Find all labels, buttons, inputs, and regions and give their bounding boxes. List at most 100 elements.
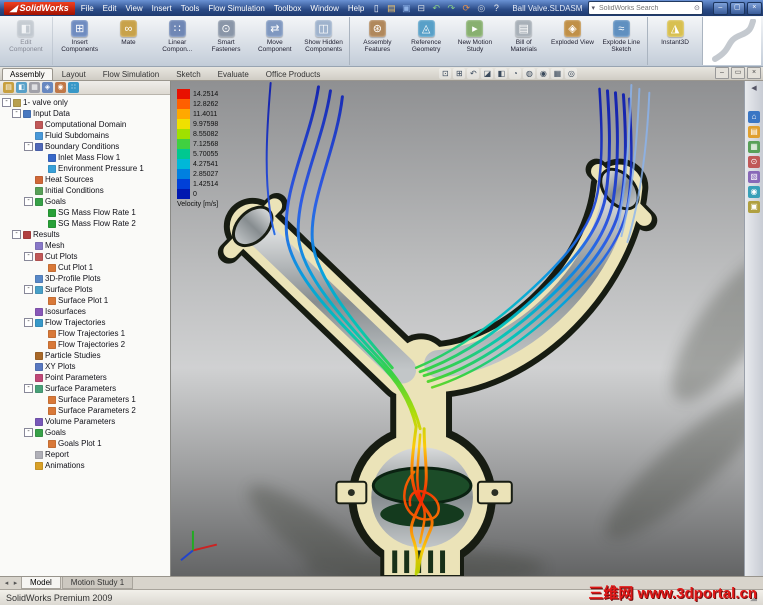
search-results-icon[interactable]: ⊙ bbox=[748, 156, 760, 168]
tree-expander-icon[interactable]: - bbox=[12, 109, 21, 118]
display-style-icon[interactable]: ◔ bbox=[509, 68, 522, 79]
minimize-document-icon[interactable]: – bbox=[715, 67, 729, 79]
tree-item[interactable]: SG Mass Flow Rate 2 bbox=[0, 218, 170, 229]
menu-view[interactable]: View bbox=[125, 4, 142, 13]
tree-item[interactable]: Environment Pressure 1 bbox=[0, 163, 170, 174]
edit-component-button[interactable]: ◧ Edit Component bbox=[2, 17, 53, 65]
propertymanager-icon[interactable]: ◧ bbox=[16, 82, 27, 93]
dimxpertmanager-icon[interactable]: ◈ bbox=[42, 82, 53, 93]
exploded-view-button[interactable]: ◈ Exploded View bbox=[549, 17, 597, 65]
tree-expander-icon[interactable]: - bbox=[24, 285, 33, 294]
tree-expander-icon[interactable]: - bbox=[24, 252, 33, 261]
tree-expander-icon[interactable]: - bbox=[24, 428, 33, 437]
file-explorer-icon[interactable]: ▦ bbox=[748, 141, 760, 153]
tree-item[interactable]: Fluid Subdomains bbox=[0, 130, 170, 141]
view-settings-icon[interactable]: ◎ bbox=[565, 68, 578, 79]
mate-button[interactable]: ∞ Mate bbox=[105, 17, 153, 65]
hide-show-items-icon[interactable]: ◍ bbox=[523, 68, 536, 79]
tab-model[interactable]: Model bbox=[21, 577, 61, 589]
menu-edit[interactable]: Edit bbox=[103, 4, 117, 13]
menu-insert[interactable]: Insert bbox=[152, 4, 172, 13]
help-icon[interactable]: ? bbox=[490, 2, 502, 14]
undo-icon[interactable]: ↶ bbox=[430, 2, 442, 14]
tree-item[interactable]: XY Plots bbox=[0, 361, 170, 372]
tree-item[interactable]: Animations bbox=[0, 460, 170, 471]
tree-item[interactable]: - Boundary Conditions bbox=[0, 141, 170, 152]
zoom-to-fit-icon[interactable]: ⊡ bbox=[439, 68, 452, 79]
tree-item[interactable]: Report bbox=[0, 449, 170, 460]
tree-item[interactable]: Cut Plot 1 bbox=[0, 262, 170, 273]
tree-item[interactable]: Flow Trajectories 1 bbox=[0, 328, 170, 339]
custom-properties-icon[interactable]: ▣ bbox=[748, 201, 760, 213]
view-orientation-icon[interactable]: ◧ bbox=[495, 68, 508, 79]
open-document-icon[interactable]: ▤ bbox=[385, 2, 397, 14]
tree-expander-icon[interactable]: - bbox=[24, 142, 33, 151]
maximize-window-icon[interactable]: ▢ bbox=[729, 1, 745, 15]
tree-item[interactable]: Goals Plot 1 bbox=[0, 438, 170, 449]
new-motion-study-button[interactable]: ▸ New Motion Study bbox=[451, 17, 499, 65]
tab-flow-simulation[interactable]: Flow Simulation bbox=[95, 68, 167, 80]
explode-line-sketch-button[interactable]: ≈ Explode Line Sketch bbox=[597, 17, 649, 65]
tree-item[interactable]: - Goals bbox=[0, 427, 170, 438]
design-library-icon[interactable]: ▤ bbox=[748, 126, 760, 138]
redo-icon[interactable]: ↷ bbox=[445, 2, 457, 14]
new-document-icon[interactable]: ▯ bbox=[370, 2, 382, 14]
tab-evaluate[interactable]: Evaluate bbox=[210, 68, 257, 80]
flow-simulation-tree-icon[interactable]: ∷ bbox=[68, 82, 79, 93]
move-component-button[interactable]: ⇄ Move Component bbox=[251, 17, 299, 65]
tree-expander-icon[interactable]: - bbox=[12, 230, 21, 239]
tree-item[interactable]: Flow Trajectories 2 bbox=[0, 339, 170, 350]
linear-component-pattern-button[interactable]: ∷ Linear Compon... bbox=[153, 17, 201, 65]
tree-item[interactable]: 3D-Profile Plots bbox=[0, 273, 170, 284]
tree-expander-icon[interactable]: - bbox=[24, 318, 33, 327]
tree-item[interactable]: Inlet Mass Flow 1 bbox=[0, 152, 170, 163]
tree-item[interactable]: - 1- valve only bbox=[0, 97, 170, 108]
smart-fasteners-button[interactable]: ⊙ Smart Fasteners bbox=[202, 17, 250, 65]
tree-expander-icon[interactable]: - bbox=[2, 98, 11, 107]
tree-item[interactable]: - Goals bbox=[0, 196, 170, 207]
tree-item[interactable]: Surface Plot 1 bbox=[0, 295, 170, 306]
tree-item[interactable]: Isosurfaces bbox=[0, 306, 170, 317]
configurationmanager-icon[interactable]: ▦ bbox=[29, 82, 40, 93]
chevron-down-icon[interactable]: ▾ bbox=[591, 4, 595, 12]
view-palette-icon[interactable]: ▧ bbox=[748, 171, 760, 183]
tree-item[interactable]: Mesh bbox=[0, 240, 170, 251]
edit-appearance-icon[interactable]: ◉ bbox=[537, 68, 550, 79]
menu-help[interactable]: Help bbox=[348, 4, 364, 13]
tab-layout[interactable]: Layout bbox=[54, 68, 94, 80]
save-icon[interactable]: ▣ bbox=[400, 2, 412, 14]
previous-view-icon[interactable]: ↶ bbox=[467, 68, 480, 79]
search-input[interactable] bbox=[596, 3, 692, 13]
tree-item[interactable]: Particle Studies bbox=[0, 350, 170, 361]
tree-item[interactable]: Surface Parameters 2 bbox=[0, 405, 170, 416]
tree-item[interactable]: - Results bbox=[0, 229, 170, 240]
menu-window[interactable]: Window bbox=[310, 4, 338, 13]
rebuild-icon[interactable]: ⟳ bbox=[460, 2, 472, 14]
tree-item[interactable]: Computational Domain bbox=[0, 119, 170, 130]
restore-document-icon[interactable]: ▭ bbox=[731, 67, 745, 79]
options-icon[interactable]: ◎ bbox=[475, 2, 487, 14]
featuremanager-tree-icon[interactable]: ▤ bbox=[3, 82, 14, 93]
apply-scene-icon[interactable]: ▦ bbox=[551, 68, 564, 79]
bill-of-materials-button[interactable]: ▤ Bill of Materials bbox=[500, 17, 548, 65]
tree-item[interactable]: Heat Sources bbox=[0, 174, 170, 185]
3d-viewport-scene[interactable] bbox=[171, 81, 744, 576]
menu-toolbox[interactable]: Toolbox bbox=[274, 4, 302, 13]
tab-motion-study-1[interactable]: Motion Study 1 bbox=[61, 577, 134, 589]
tab-office-products[interactable]: Office Products bbox=[258, 68, 329, 80]
menu-tools[interactable]: Tools bbox=[181, 4, 200, 13]
tab-sketch[interactable]: Sketch bbox=[168, 68, 208, 80]
menu-flow-simulation[interactable]: Flow Simulation bbox=[208, 4, 264, 13]
assembly-features-button[interactable]: ⊛ Assembly Features bbox=[353, 17, 401, 65]
tree-expander-icon[interactable]: - bbox=[24, 197, 33, 206]
solidworks-resources-icon[interactable]: ⌂ bbox=[748, 111, 760, 123]
tree-item[interactable]: Surface Parameters 1 bbox=[0, 394, 170, 405]
tree-item[interactable]: - Surface Parameters bbox=[0, 383, 170, 394]
tree-item[interactable]: - Flow Trajectories bbox=[0, 317, 170, 328]
insert-components-button[interactable]: ⊞ Insert Components bbox=[56, 17, 104, 65]
close-document-icon[interactable]: × bbox=[747, 67, 761, 79]
tree-item[interactable]: SG Mass Flow Rate 1 bbox=[0, 207, 170, 218]
zoom-to-area-icon[interactable]: ⊞ bbox=[453, 68, 466, 79]
collapse-taskpane-icon[interactable]: ◀ bbox=[751, 84, 756, 94]
graphics-area[interactable]: 14.2514 12.8262 11.4011 9.97598 8.55082 … bbox=[171, 81, 744, 576]
